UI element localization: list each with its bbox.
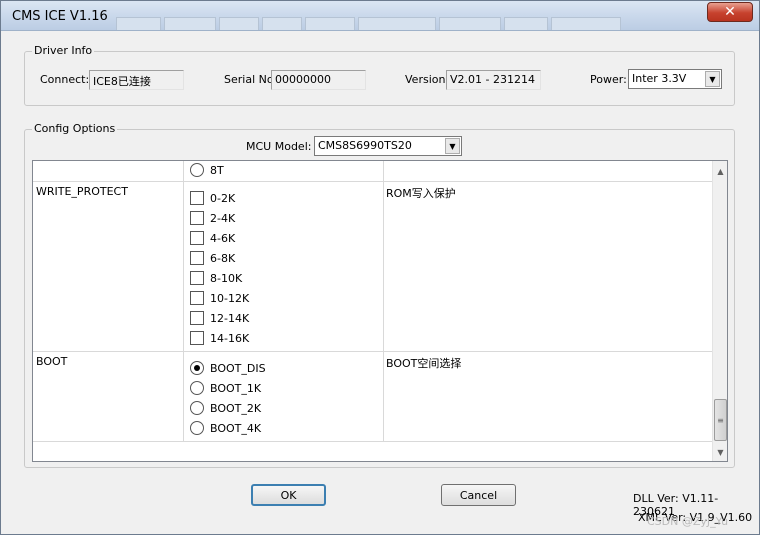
watermark-text: CSDN @ZyJ_Yu — [647, 515, 729, 528]
option-description-cell: BOOT空间选择 — [386, 357, 462, 370]
scroll-thumb[interactable]: ≡ — [714, 399, 727, 441]
checkbox-label: 10-12K — [210, 291, 250, 305]
radio-button[interactable] — [190, 163, 204, 177]
option-name-cell: WRITE_PROTECT — [33, 182, 184, 351]
checkbox-label: 8-10K — [210, 271, 243, 285]
version-label: Version: — [405, 73, 450, 86]
checkbox-label: 6-8K — [210, 251, 236, 265]
background-tab — [305, 17, 355, 30]
checkbox[interactable] — [190, 191, 204, 205]
option-values-cell: 0-2K 2-4K 4-6K 6-8K 8-10K 10-12K 12-14K … — [184, 182, 384, 351]
checkbox-label: 4-6K — [210, 231, 236, 245]
close-icon: ✕ — [724, 4, 736, 20]
title-bar[interactable]: CMS ICE V1.16 ✕ — [1, 1, 759, 31]
background-tab — [219, 17, 259, 30]
checkbox-option[interactable]: 14-16K — [190, 329, 249, 347]
table-row: 8T — [33, 161, 712, 182]
background-tab — [164, 17, 216, 30]
checkbox-label: 14-16K — [210, 331, 250, 345]
checkbox-label: 12-14K — [210, 311, 250, 325]
scroll-down-icon[interactable]: ▼ — [713, 444, 727, 460]
radio-option[interactable]: 8T — [190, 161, 224, 179]
power-value: Inter 3.3V — [632, 72, 687, 85]
checkbox-option[interactable]: 8-10K — [190, 269, 242, 287]
scroll-up-icon[interactable]: ▲ — [713, 163, 727, 179]
chevron-down-icon[interactable]: ▼ — [705, 71, 720, 87]
serial-field: 00000000 — [271, 70, 366, 90]
checkbox[interactable] — [190, 251, 204, 265]
radio-option-label: 8T — [210, 163, 224, 177]
checkbox-option[interactable]: 4-6K — [190, 229, 235, 247]
window-title: CMS ICE V1.16 — [12, 9, 108, 24]
cancel-button[interactable]: Cancel — [441, 484, 516, 506]
checkbox[interactable] — [190, 291, 204, 305]
radio-option[interactable]: BOOT_2K — [190, 399, 261, 417]
checkbox[interactable] — [190, 271, 204, 285]
checkbox-label: 0-2K — [210, 191, 236, 205]
checkbox[interactable] — [190, 331, 204, 345]
close-button[interactable]: ✕ — [707, 2, 753, 22]
checkbox[interactable] — [190, 231, 204, 245]
checkbox[interactable] — [190, 311, 204, 325]
checkbox-option[interactable]: 0-2K — [190, 189, 235, 207]
mcu-model-label: MCU Model: — [246, 140, 312, 153]
radio-button[interactable] — [190, 401, 204, 415]
radio-option[interactable]: BOOT_DIS — [190, 359, 266, 377]
radio-option[interactable]: BOOT_1K — [190, 379, 261, 397]
checkbox-label: 2-4K — [210, 211, 236, 225]
ok-button[interactable]: OK — [251, 484, 326, 506]
option-values-cell: 8T — [184, 161, 384, 181]
mcu-model-select[interactable]: CMS8S6990TS20 ▼ — [314, 136, 462, 156]
option-name-cell — [33, 161, 184, 181]
radio-button-selected[interactable] — [190, 361, 204, 375]
driver-info-label: Driver Info — [32, 44, 95, 57]
chevron-down-icon[interactable]: ▼ — [445, 138, 460, 154]
version-field: V2.01 - 231214 — [446, 70, 541, 90]
radio-option-label: BOOT_DIS — [210, 361, 266, 375]
background-tab — [439, 17, 501, 30]
table-row: WRITE_PROTECT 0-2K 2-4K 4-6K 6-8K 8-10K … — [33, 182, 712, 352]
config-grid[interactable]: 8T WRITE_PROTECT 0-2K 2-4K 4-6K 6-8K 8-1… — [32, 160, 728, 462]
option-description-cell — [384, 161, 712, 181]
connect-field: ICE8已连接 — [89, 70, 184, 90]
background-tab — [551, 17, 621, 30]
option-values-cell: BOOT_DIS BOOT_1K BOOT_2K BOOT_4K — [184, 352, 384, 441]
background-tab — [504, 17, 548, 30]
main-window: CMS ICE V1.16 ✕ Driver Info Connect: ICE… — [0, 0, 760, 535]
mcu-model-value: CMS8S6990TS20 — [318, 139, 412, 152]
radio-option-label: BOOT_2K — [210, 401, 262, 415]
power-label: Power: — [590, 73, 627, 86]
checkbox-option[interactable]: 12-14K — [190, 309, 249, 327]
vertical-scrollbar[interactable]: ▲ ≡ ▼ — [712, 161, 727, 461]
radio-option[interactable]: BOOT_4K — [190, 419, 261, 437]
radio-button[interactable] — [190, 421, 204, 435]
checkbox-option[interactable]: 10-12K — [190, 289, 249, 307]
connect-label: Connect: — [40, 73, 90, 86]
table-row: BOOT BOOT_DIS BOOT_1K BOOT_2K BOOT_4K BO… — [33, 352, 712, 442]
radio-button[interactable] — [190, 381, 204, 395]
serial-label: Serial No: — [224, 73, 278, 86]
background-tab — [358, 17, 436, 30]
option-description-cell: ROM写入保护 — [386, 187, 456, 200]
radio-option-label: BOOT_1K — [210, 381, 262, 395]
power-select[interactable]: Inter 3.3V ▼ — [628, 69, 722, 89]
radio-option-label: BOOT_4K — [210, 421, 262, 435]
option-name-cell: BOOT — [33, 352, 184, 441]
checkbox[interactable] — [190, 211, 204, 225]
checkbox-option[interactable]: 2-4K — [190, 209, 235, 227]
checkbox-option[interactable]: 6-8K — [190, 249, 235, 267]
background-tab — [116, 17, 161, 30]
background-tab — [262, 17, 302, 30]
config-options-label: Config Options — [32, 122, 118, 135]
